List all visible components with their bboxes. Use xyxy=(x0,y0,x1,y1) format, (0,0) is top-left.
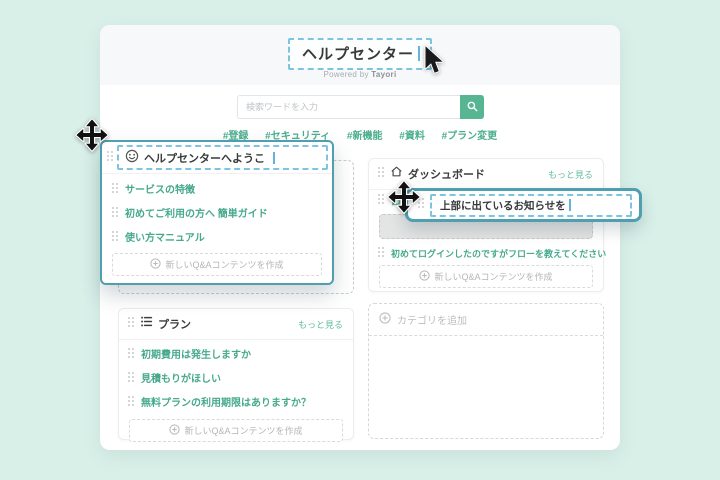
qa-item-label: 初めてログインしたのですがフローを教えてください xyxy=(391,247,606,260)
add-category-label: カテゴリを追加 xyxy=(397,312,467,327)
category-card-welcome-dragging[interactable]: ヘルプセンターへようこ サービスの特徴 初めてご利用の方へ 簡単ガイド 使 xyxy=(100,140,334,285)
drag-handle-icon[interactable] xyxy=(417,196,425,214)
qa-item-label: サービスの特徴 xyxy=(125,184,195,197)
more-link[interactable]: もっと見る xyxy=(548,168,593,181)
category-card-dashboard: ダッシュボード もっと見る ロ 初めてログインしたのですがフローを教えてください… xyxy=(368,158,604,292)
site-title-text: ヘルプセンター xyxy=(302,46,414,63)
page-header-band: ヘルプセンター Powered by Tayori xyxy=(100,25,620,85)
qa-item-label: 初めてご利用の方へ 簡単ガイド xyxy=(125,208,268,221)
plus-circle-icon xyxy=(169,424,180,437)
plus-circle-icon xyxy=(379,312,391,327)
drag-handle-icon[interactable] xyxy=(127,315,135,333)
qa-item-label: 初期費用は発生しますか xyxy=(141,349,251,362)
qa-item[interactable]: 初めてログインしたのですがフローを教えてください xyxy=(377,246,606,260)
qa-item[interactable]: 初期費用は発生しますか xyxy=(127,347,343,363)
search-icon xyxy=(467,100,478,115)
add-qa-label: 新しいQ&Aコンテンツを作成 xyxy=(184,424,302,437)
qa-item-label: 使い方マニュアル xyxy=(125,232,205,245)
qa-item-list: サービスの特徴 初めてご利用の方へ 簡単ガイド 使い方マニュアル xyxy=(102,174,332,246)
add-qa-button[interactable]: 新しいQ&Aコンテンツを作成 xyxy=(379,265,593,288)
qa-item[interactable]: 初めてご利用の方へ 簡単ガイド xyxy=(111,206,322,222)
powered-by: Powered by Tayori xyxy=(100,70,620,79)
add-qa-label: 新しいQ&Aコンテンツを作成 xyxy=(165,258,283,271)
more-link[interactable]: もっと見る xyxy=(298,318,343,331)
add-qa-label: 新しいQ&Aコンテンツを作成 xyxy=(434,270,552,283)
drag-handle-icon[interactable] xyxy=(127,347,135,363)
category-title[interactable]: プラン xyxy=(158,316,191,332)
category-title-text: ヘルプセンターへようこ xyxy=(144,150,265,166)
drag-handle-icon[interactable] xyxy=(127,395,135,411)
qa-item[interactable]: 無料プランの利用期限はありますか？ xyxy=(127,395,343,411)
home-icon xyxy=(390,165,403,183)
qa-item-list: 初期費用は発生しますか 見積もりがほしい 無料プランの利用期限はありますか？ xyxy=(119,340,353,411)
qa-item-title-editor[interactable]: 上部に出ているお知らせを xyxy=(430,194,632,217)
brand-name: Tayori xyxy=(371,70,396,79)
list-icon xyxy=(140,315,153,333)
qa-item[interactable]: 見積もりがほしい xyxy=(127,371,343,387)
qa-item-label: 見積もりがほしい xyxy=(141,373,221,386)
qa-item-title-text: 上部に出ているお知らせを xyxy=(440,198,566,213)
tag-link[interactable]: #資料 xyxy=(399,131,425,142)
search-button[interactable] xyxy=(460,95,484,119)
drag-handle-icon[interactable] xyxy=(127,371,135,387)
category-header: ヘルプセンターへようこ xyxy=(102,142,332,174)
tag-link[interactable]: #新機能 xyxy=(347,131,383,142)
qa-item-partially-hidden[interactable]: ロ xyxy=(377,193,401,208)
qa-item-dragging-editor[interactable]: 上部に出ているお知らせを xyxy=(405,188,642,222)
category-title[interactable]: ダッシュボード xyxy=(408,166,485,182)
plus-circle-icon xyxy=(150,258,161,271)
qa-item[interactable]: サービスの特徴 xyxy=(111,182,322,198)
add-category-card[interactable]: カテゴリを追加 xyxy=(368,303,604,439)
plus-circle-icon xyxy=(419,270,430,283)
drag-handle-icon[interactable] xyxy=(111,182,119,198)
search-input[interactable] xyxy=(237,95,460,119)
add-category-button[interactable]: カテゴリを追加 xyxy=(369,304,603,336)
text-cursor xyxy=(418,46,420,61)
category-header: ダッシュボード もっと見る xyxy=(369,159,603,190)
drag-handle-icon[interactable] xyxy=(106,149,114,167)
drag-handle-icon[interactable] xyxy=(111,230,119,246)
qa-item[interactable]: 使い方マニュアル xyxy=(111,230,322,246)
drag-handle-icon[interactable] xyxy=(377,165,385,183)
search-bar xyxy=(237,95,484,119)
add-qa-button[interactable]: 新しいQ&Aコンテンツを作成 xyxy=(129,419,343,442)
text-cursor xyxy=(273,152,275,164)
site-title-editor[interactable]: ヘルプセンター xyxy=(288,38,432,70)
qa-item-label: 無料プランの利用期限はありますか？ xyxy=(141,397,311,410)
smiley-icon xyxy=(125,149,139,166)
drag-handle-icon[interactable] xyxy=(111,206,119,222)
category-card-plan: プラン もっと見る 初期費用は発生しますか 見積もりがほしい 無料プランの利 xyxy=(118,308,354,440)
drag-handle-icon[interactable] xyxy=(377,193,385,208)
category-title-editor[interactable]: ヘルプセンターへようこ xyxy=(117,145,328,170)
text-cursor xyxy=(569,199,571,211)
add-qa-button[interactable]: 新しいQ&Aコンテンツを作成 xyxy=(112,253,322,276)
tag-link[interactable]: #プラン変更 xyxy=(442,131,498,142)
qa-item-label: ロ xyxy=(391,193,401,208)
help-center-page: ヘルプセンター Powered by Tayori #登録 #セキュリティ #新… xyxy=(100,25,620,450)
category-header: プラン もっと見る xyxy=(119,309,353,340)
drag-handle-icon[interactable] xyxy=(377,246,385,260)
